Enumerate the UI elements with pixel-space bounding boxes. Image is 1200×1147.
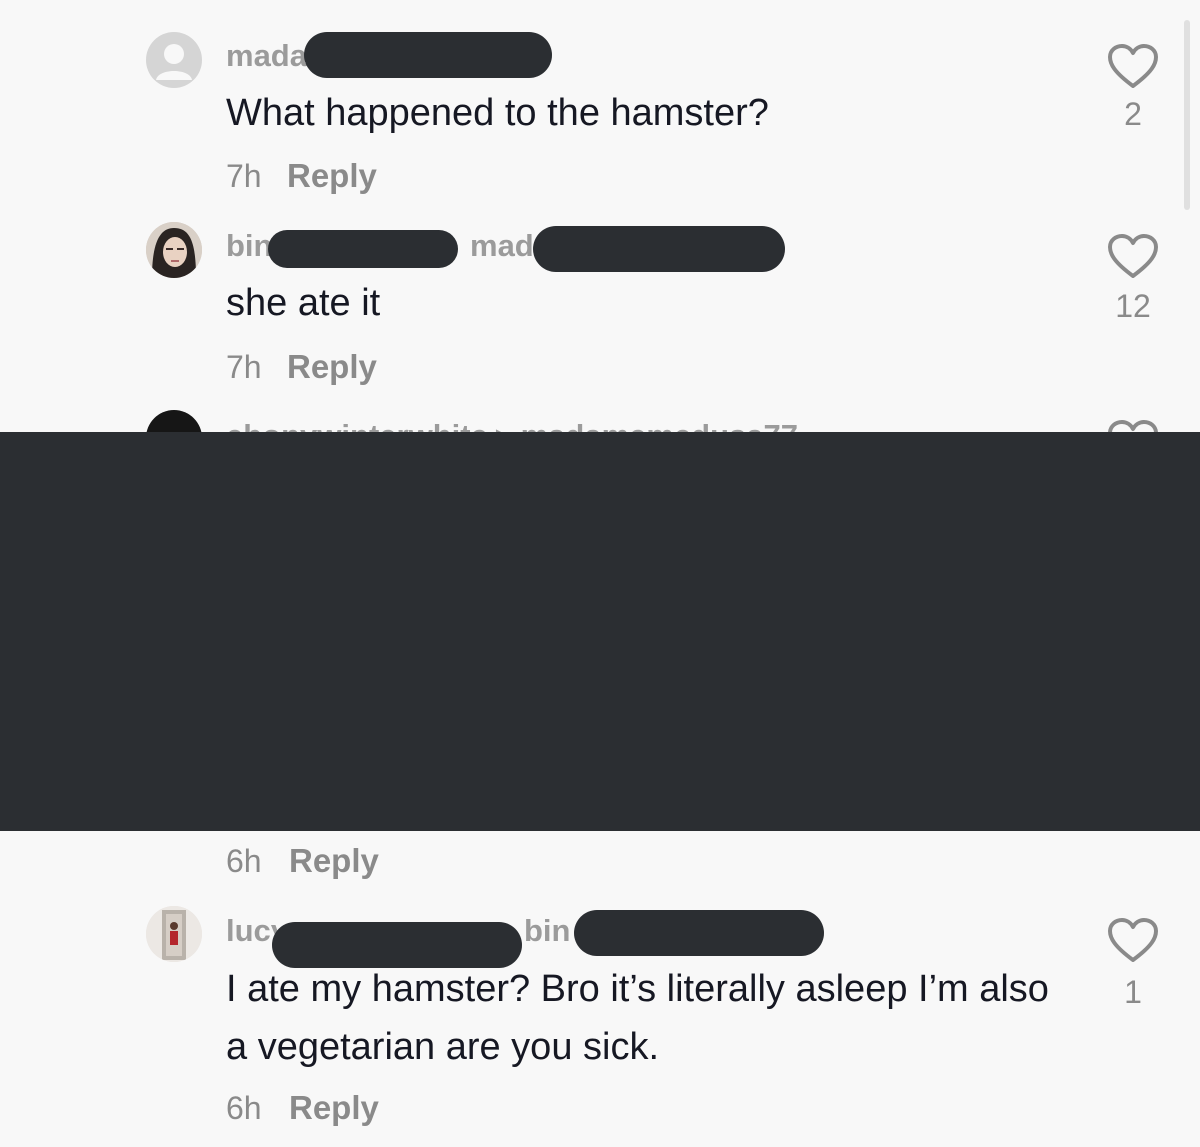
comment-timestamp: 6h bbox=[226, 843, 262, 879]
heart-icon[interactable] bbox=[1106, 232, 1160, 282]
comment-username[interactable]: mada bbox=[226, 40, 307, 71]
reply-to-username[interactable]: mad bbox=[470, 230, 534, 261]
reply-button[interactable]: Reply bbox=[287, 350, 377, 383]
like-count: 1 bbox=[1124, 974, 1142, 1010]
cut-off-reply-remnant bbox=[226, 0, 386, 2]
reply-button[interactable]: Reply bbox=[289, 1091, 379, 1124]
reply-to-username[interactable]: bin bbox=[524, 915, 571, 946]
scrollbar[interactable] bbox=[1184, 20, 1190, 210]
heart-icon-partial[interactable] bbox=[1106, 418, 1160, 432]
avatar[interactable] bbox=[146, 410, 202, 432]
comment-username[interactable]: bin bbox=[226, 230, 273, 261]
avatar[interactable] bbox=[146, 906, 202, 962]
heart-icon[interactable] bbox=[1106, 42, 1160, 92]
reply-button[interactable]: Reply bbox=[289, 844, 379, 877]
comment-text: she ate it bbox=[226, 282, 381, 324]
comment-username: ebonywinterwhite ▸ madamemedusa77 bbox=[226, 420, 798, 432]
redaction-bar bbox=[574, 910, 824, 956]
redaction-block bbox=[0, 432, 1200, 831]
comment-timestamp: 7h bbox=[226, 158, 262, 194]
like-count: 2 bbox=[1124, 96, 1142, 132]
redaction-bar bbox=[268, 230, 458, 268]
comment-timestamp: 7h bbox=[226, 349, 262, 385]
heart-icon[interactable] bbox=[1106, 418, 1160, 432]
avatar[interactable] bbox=[146, 222, 202, 278]
redaction-bar bbox=[533, 226, 785, 272]
partial-username-row: ebonywinterwhite ▸ madamemedusa77 bbox=[226, 420, 886, 432]
reply-button[interactable]: Reply bbox=[287, 159, 377, 192]
profile-photo-icon bbox=[146, 906, 202, 962]
comment-text: What happened to the hamster? bbox=[226, 92, 769, 134]
profile-photo-icon bbox=[146, 222, 202, 278]
comment-timestamp: 6h bbox=[226, 1090, 262, 1126]
comment-text: I ate my hamster? Bro it’s literally asl… bbox=[226, 968, 1049, 1068]
default-user-icon bbox=[156, 44, 192, 80]
like-count: 12 bbox=[1115, 288, 1151, 324]
avatar[interactable] bbox=[146, 32, 202, 88]
heart-icon[interactable] bbox=[1106, 916, 1160, 966]
redaction-bar bbox=[304, 32, 552, 78]
